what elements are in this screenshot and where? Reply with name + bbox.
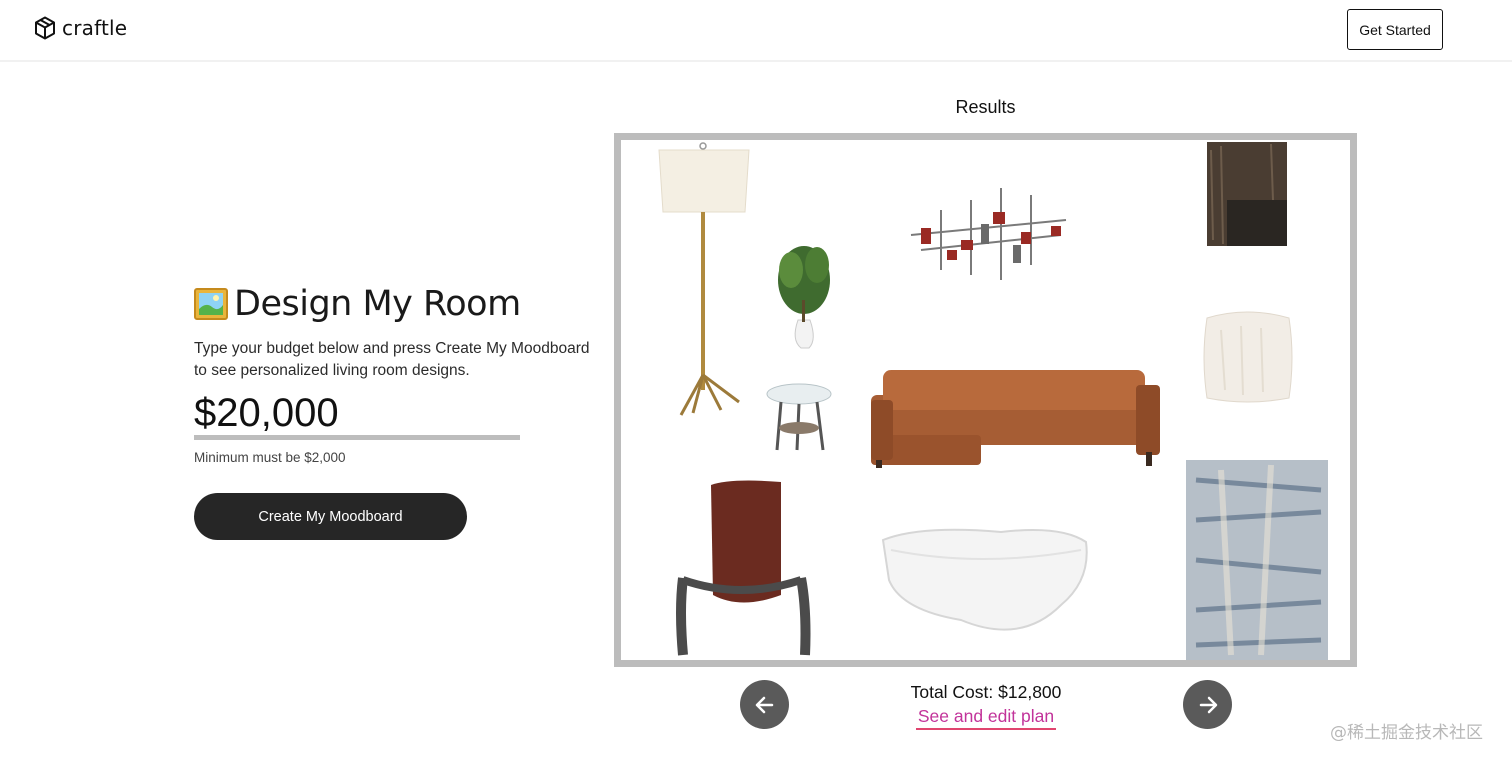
leather-sofa-image <box>871 370 1160 468</box>
fur-throw-image <box>1207 142 1287 246</box>
see-edit-plan-link[interactable]: See and edit plan <box>916 706 1056 730</box>
moodboard <box>614 133 1357 667</box>
total-cost: Total Cost: $12,800 <box>910 682 1062 702</box>
arrow-left-icon <box>755 696 773 713</box>
area-rug-image <box>1186 460 1328 660</box>
brand-logo[interactable]: craftle <box>34 15 127 41</box>
framed-picture-icon <box>194 288 228 320</box>
potted-plant-image <box>778 246 830 349</box>
budget-input[interactable] <box>194 392 520 440</box>
glass-side-table-image <box>766 383 832 451</box>
arrow-right-icon <box>1199 696 1217 713</box>
next-design-button[interactable] <box>1183 680 1232 729</box>
design-form: Design My Room Type your budget below an… <box>194 282 604 540</box>
top-nav-bar: craftle Get Started <box>0 0 1512 62</box>
budget-hint: Minimum must be $2,000 <box>194 450 346 465</box>
create-moodboard-button[interactable]: Create My Moodboard <box>194 493 467 540</box>
results-heading: Results <box>955 97 1016 117</box>
fur-pillow-image <box>1203 311 1293 403</box>
page-title: Design My Room <box>234 284 521 324</box>
get-started-button[interactable]: Get Started <box>1347 9 1443 50</box>
brand-name: craftle <box>62 16 128 40</box>
page-title-row: Design My Room <box>194 282 604 326</box>
metal-wall-art-image <box>910 188 1067 280</box>
white-coffee-table-image <box>881 528 1088 631</box>
floor-lamp-image <box>658 142 750 416</box>
watermark: @稀土掘金技术社区 <box>1330 723 1483 743</box>
leather-chair-image <box>676 480 811 656</box>
cube-logo-icon <box>35 16 55 40</box>
instructions-text: Type your budget below and press Create … <box>194 340 590 379</box>
previous-design-button[interactable] <box>740 680 789 729</box>
